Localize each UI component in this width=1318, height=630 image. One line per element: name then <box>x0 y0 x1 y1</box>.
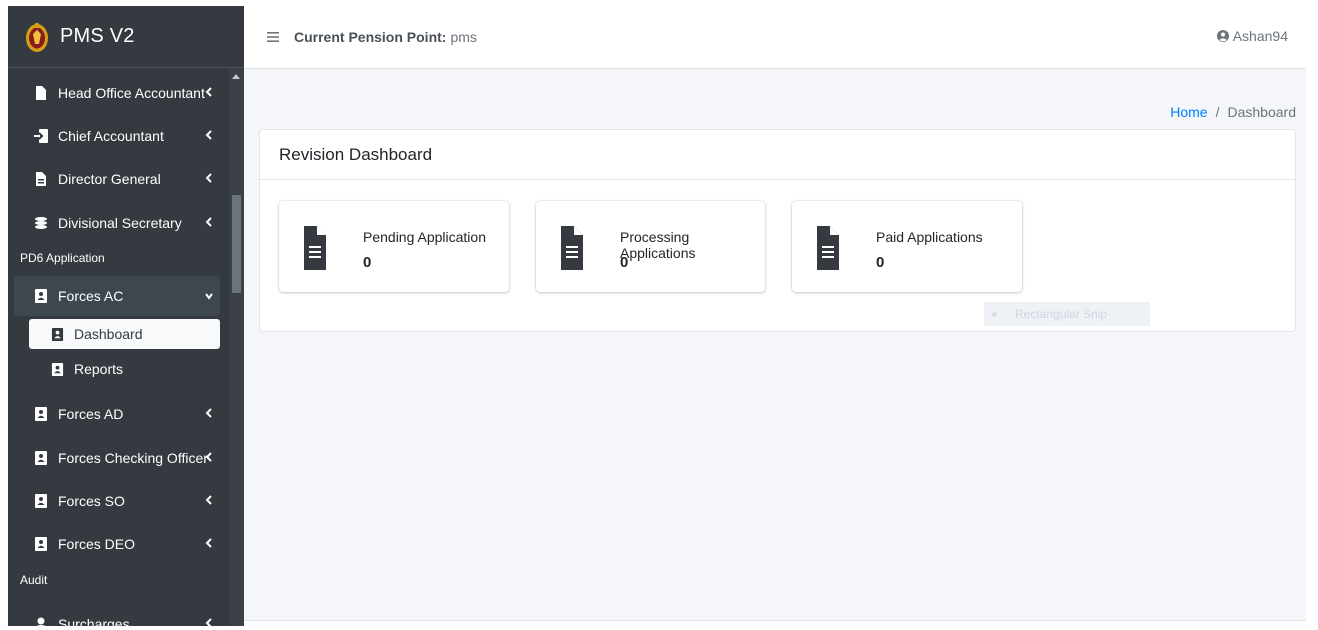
sidebar-item-label: Forces SO <box>58 493 125 509</box>
chevron-left-icon <box>205 130 212 140</box>
sidebar-item-head-office-accountant[interactable]: Head Office Accountant <box>14 74 220 112</box>
info-box-processing[interactable]: Processing Applications 0 <box>536 201 765 292</box>
breadcrumb: Home / Dashboard <box>1170 104 1296 120</box>
chevron-left-icon <box>205 618 212 626</box>
file-icon <box>36 86 46 100</box>
chevron-left-icon <box>205 173 212 183</box>
address-book-icon <box>35 451 47 465</box>
pension-point-label: Current Pension Point: <box>294 29 447 45</box>
sidebar-item-label: Forces Checking Officer <box>58 450 208 466</box>
sidebar-subitem-label: Reports <box>74 361 124 377</box>
user-icon <box>36 617 46 626</box>
address-book-icon <box>35 494 47 508</box>
card-title: Revision Dashboard <box>260 130 1295 180</box>
chevron-left-icon <box>205 538 212 548</box>
chevron-left-icon <box>205 217 212 227</box>
sidebar-item-label: Forces DEO <box>58 536 136 552</box>
address-book-icon <box>35 537 47 551</box>
chevron-left-icon <box>205 495 212 505</box>
chevron-left-icon <box>205 408 212 418</box>
pension-point-value: pms <box>450 29 477 45</box>
hamburger-menu-icon[interactable] <box>266 30 280 44</box>
brand-title: PMS V2 <box>60 25 135 47</box>
sidebar-item-director-general[interactable]: Director General <box>14 160 220 198</box>
sidebar-item-forces-so[interactable]: Forces SO <box>14 482 220 520</box>
sidebar: PMS V2 Head Office Accountant Chief Acco… <box>8 6 244 626</box>
info-box-paid[interactable]: Paid Applications 0 <box>792 201 1022 292</box>
breadcrumb-home-link[interactable]: Home <box>1170 104 1207 120</box>
nav-header-audit: Audit <box>20 573 48 587</box>
sidebar-subitem-reports[interactable]: Reports <box>29 354 220 384</box>
snip-dot-icon <box>992 311 997 317</box>
info-box-value: 0 <box>363 254 372 271</box>
user-menu[interactable]: Ashan94 <box>1216 28 1288 44</box>
sidebar-item-label: Surcharges <box>58 616 130 626</box>
brand-link[interactable]: PMS V2 <box>8 6 244 68</box>
sidebar-item-forces-ad[interactable]: Forces AD <box>14 395 220 433</box>
sidebar-item-label: Director General <box>58 171 161 187</box>
sidebar-item-divisional-secretary[interactable]: Divisional Secretary <box>14 204 220 242</box>
nav-header-pd6: PD6 Application <box>20 251 105 265</box>
document-icon <box>304 226 326 270</box>
sign-in-icon <box>34 129 48 143</box>
info-box-label: Processing Applications <box>620 229 696 261</box>
sidebar-item-label: Forces AD <box>58 406 124 422</box>
emblem-logo-icon <box>26 22 48 52</box>
sidebar-item-chief-accountant[interactable]: Chief Accountant <box>14 117 220 155</box>
address-book-icon <box>35 289 47 303</box>
sidebar-item-forces-checking-officer[interactable]: Forces Checking Officer <box>14 439 220 477</box>
sidebar-item-label: Divisional Secretary <box>58 215 182 231</box>
footer <box>244 620 1306 626</box>
address-book-icon <box>35 407 47 421</box>
file-text-icon <box>36 172 46 186</box>
chevron-left-icon <box>205 87 212 97</box>
breadcrumb-current: Dashboard <box>1227 104 1297 120</box>
app-frame: PMS V2 Head Office Accountant Chief Acco… <box>8 6 1306 626</box>
info-box-pending[interactable]: Pending Application 0 <box>279 201 509 292</box>
info-box-label: Pending Application <box>363 229 486 245</box>
info-box-label: Paid Applications <box>876 229 983 245</box>
snip-tooltip: Rectangular Snip <box>984 302 1150 326</box>
chevron-down-icon <box>205 293 213 300</box>
sidebar-item-label: Chief Accountant <box>58 128 164 144</box>
coins-icon <box>35 217 47 229</box>
info-box-value: 0 <box>876 254 885 271</box>
username: Ashan94 <box>1232 28 1288 44</box>
sidebar-item-forces-ac[interactable]: Forces AC <box>14 276 220 316</box>
address-book-icon <box>51 327 64 341</box>
snip-label: Rectangular Snip <box>1015 307 1108 321</box>
user-circle-icon <box>1216 30 1229 42</box>
sidebar-nav: Head Office Accountant Chief Accountant … <box>8 68 229 626</box>
sidebar-item-label: Head Office Accountant <box>58 85 205 101</box>
scroll-up-arrow-icon[interactable] <box>232 74 240 79</box>
sidebar-scrollbar[interactable] <box>229 68 244 626</box>
sidebar-scrollbar-thumb[interactable] <box>232 195 241 293</box>
address-book-icon <box>51 362 64 376</box>
sidebar-item-forces-deo[interactable]: Forces DEO <box>14 525 220 563</box>
document-icon <box>561 226 583 270</box>
sidebar-subitem-label: Dashboard <box>74 326 143 342</box>
sidebar-item-label: Forces AC <box>58 288 124 304</box>
chevron-left-icon <box>205 452 212 462</box>
top-navbar: Current Pension Point: pms Ashan94 <box>244 6 1306 69</box>
info-box-value: 0 <box>620 254 629 271</box>
document-icon <box>817 226 839 270</box>
breadcrumb-separator: / <box>1215 104 1220 120</box>
sidebar-subitem-dashboard[interactable]: Dashboard <box>29 319 220 349</box>
sidebar-item-surcharges[interactable]: Surcharges <box>14 605 220 626</box>
